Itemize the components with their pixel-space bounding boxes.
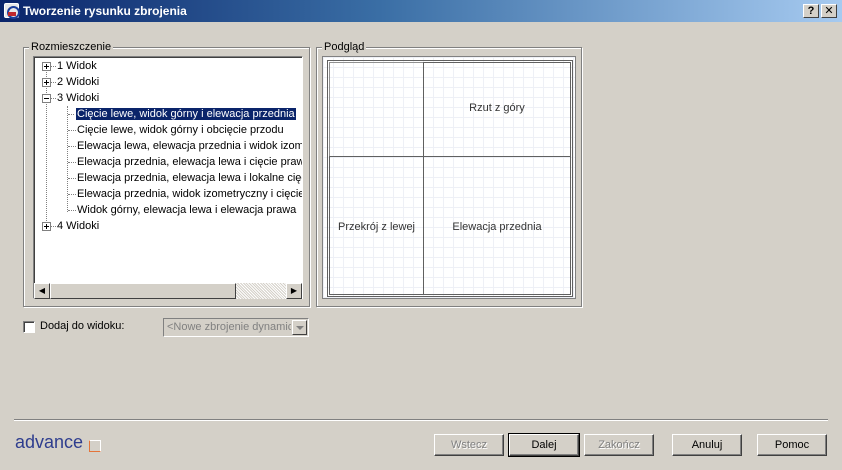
chevron-down-icon[interactable] xyxy=(292,320,307,335)
tree-line xyxy=(68,114,76,115)
logo-mark-icon xyxy=(89,440,101,452)
add-to-view-checkbox[interactable] xyxy=(23,321,35,333)
view-combo[interactable]: <Nowe zbrojenie dynamiczne> xyxy=(163,318,309,337)
tree-line xyxy=(68,162,76,163)
separator xyxy=(14,419,828,421)
window-title: Tworzenie rysunku zbrojenia xyxy=(23,4,187,18)
expand-icon[interactable] xyxy=(42,78,51,87)
tree-node-3-widoki[interactable]: 3 Widoki xyxy=(57,90,99,106)
finish-button[interactable]: Zakończ xyxy=(584,434,654,456)
add-to-view-label: Dodaj do widoku: xyxy=(40,320,125,332)
close-button[interactable]: ✕ xyxy=(821,4,837,18)
tree-line xyxy=(68,178,76,179)
tree-child-item[interactable]: Elewacja przednia, elewacja lewa i lokal… xyxy=(77,170,302,186)
advance-logo: advance xyxy=(15,432,84,452)
tree-line xyxy=(68,130,76,131)
tree-line xyxy=(68,194,76,195)
next-button[interactable]: Dalej xyxy=(508,433,580,457)
view-front-label: Elewacja przednia xyxy=(452,221,542,233)
title-bar: Tworzenie rysunku zbrojenia ? ✕ xyxy=(0,0,842,22)
help-button[interactable]: Pomoc xyxy=(757,434,827,456)
view-left-label: Przekrój z lewej xyxy=(337,221,416,233)
tree-line xyxy=(51,66,56,67)
scroll-track[interactable] xyxy=(236,283,286,299)
tree-line xyxy=(51,226,56,227)
tree-child-label: Cięcie lewe, widok górny i elewacja prze… xyxy=(75,107,297,121)
tree-node-4-widoki[interactable]: 4 Widoki xyxy=(57,218,99,234)
scroll-right-icon[interactable]: ▶ xyxy=(286,283,302,299)
back-button[interactable]: Wstecz xyxy=(434,434,504,456)
preview-group-label: Podgląd xyxy=(322,41,367,54)
scroll-left-icon[interactable]: ◀ xyxy=(34,283,50,299)
layout-group-label: Rozmieszczenie xyxy=(29,41,114,54)
tree-child-item[interactable]: Elewacja przednia, widok izometryczny i … xyxy=(77,186,302,202)
tree-child-item[interactable]: Cięcie lewe, widok górny i elewacja prze… xyxy=(75,106,297,122)
tree-node-1-widok[interactable]: 1 Widok xyxy=(57,58,97,74)
tree-line xyxy=(46,65,47,227)
horizontal-scrollbar[interactable]: ◀ ▶ xyxy=(34,283,302,299)
view-top-label: Rzut z góry xyxy=(469,102,525,114)
layout-tree[interactable]: 1 Widok 2 Widoki 3 Widoki Cięcie lewe, w… xyxy=(33,56,303,299)
tree-line xyxy=(68,146,76,147)
help-title-button[interactable]: ? xyxy=(803,4,819,18)
collapse-icon[interactable] xyxy=(42,94,51,103)
expand-icon[interactable] xyxy=(42,62,51,71)
app-icon xyxy=(4,3,20,19)
tree-child-item[interactable]: Widok górny, elewacja lewa i elewacja pr… xyxy=(77,202,296,218)
tree-line xyxy=(51,98,56,99)
tree-child-item[interactable]: Elewacja przednia, elewacja lewa i cięci… xyxy=(77,154,302,170)
tree-line xyxy=(68,210,76,211)
tree-line xyxy=(67,106,68,212)
tree-node-2-widoki[interactable]: 2 Widoki xyxy=(57,74,99,90)
tree-line xyxy=(51,82,56,83)
view-combo-value: <Nowe zbrojenie dynamiczne> xyxy=(167,321,291,333)
tree-child-item[interactable]: Cięcie lewe, widok górny i obcięcie przo… xyxy=(77,122,284,138)
cancel-button[interactable]: Anuluj xyxy=(672,434,742,456)
expand-icon[interactable] xyxy=(42,222,51,231)
scroll-thumb[interactable] xyxy=(50,283,236,299)
preview-canvas: Rzut z góry Przekrój z lewej Elewacja pr… xyxy=(322,56,576,299)
tree-child-item[interactable]: Elewacja lewa, elewacja przednia i widok… xyxy=(77,138,302,154)
